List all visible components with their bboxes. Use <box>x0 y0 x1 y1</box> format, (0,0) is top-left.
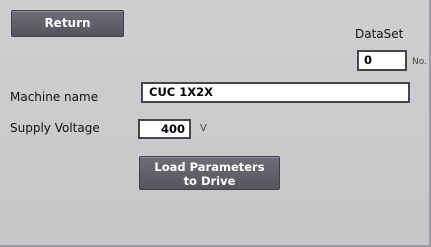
settings-panel: Return DataSet 0 No. Machine name CUC 1X… <box>0 0 431 247</box>
load-parameters-button[interactable]: Load Parameters to Drive <box>139 156 280 190</box>
supply-voltage-field[interactable]: 400 <box>138 119 191 139</box>
supply-voltage-unit: V <box>200 123 207 134</box>
dataset-number-suffix: No. <box>412 57 427 67</box>
supply-voltage-label: Supply Voltage <box>10 121 100 135</box>
return-button[interactable]: Return <box>11 10 124 37</box>
machine-name-field[interactable]: CUC 1X2X <box>141 82 410 103</box>
dataset-number-field[interactable]: 0 <box>357 50 407 71</box>
machine-name-label: Machine name <box>10 90 99 104</box>
dataset-label: DataSet <box>355 27 404 41</box>
